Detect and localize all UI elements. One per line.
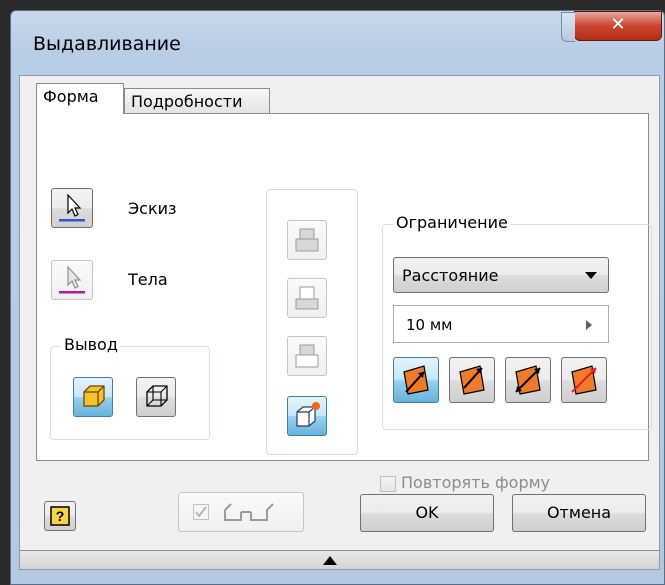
- chevron-down-icon: [585, 272, 597, 279]
- join-icon: [295, 228, 319, 252]
- operation-group: [266, 189, 358, 455]
- expand-bar[interactable]: [20, 550, 659, 569]
- close-icon: ✕: [610, 14, 626, 35]
- solids-label: Тела: [128, 270, 168, 289]
- cut-button[interactable]: [287, 278, 327, 318]
- shape-tab-panel: Эскиз Тела Вывод Ограничение Расстояние …: [36, 113, 652, 492]
- direction-asymmetric-icon: [571, 365, 597, 395]
- output-group: Вывод: [50, 335, 210, 440]
- intersect-button[interactable]: [287, 336, 327, 376]
- extents-type-dropdown[interactable]: Расстояние: [393, 257, 609, 293]
- title-bar[interactable]: Выдавливание ✕: [11, 11, 664, 71]
- tab-shape[interactable]: Форма: [36, 83, 124, 114]
- help-glyph: ?: [56, 508, 65, 524]
- close-button[interactable]: ✕: [561, 11, 662, 42]
- expand-arrow-icon: [323, 556, 337, 565]
- help-button[interactable]: ?: [44, 501, 76, 531]
- solid-cube-icon: [83, 385, 105, 407]
- extents-type-value: Расстояние: [402, 266, 499, 285]
- dialog-title: Выдавливание: [33, 33, 181, 55]
- sketch-select-button[interactable]: [51, 188, 93, 228]
- extrude-dialog: Выдавливание ✕ Форма Подробности Эскиз Т…: [10, 10, 665, 585]
- preview-toggle-button[interactable]: [178, 492, 304, 532]
- cancel-button[interactable]: Отмена: [512, 494, 646, 532]
- preview-checkbox[interactable]: [193, 504, 209, 520]
- direction-default-button[interactable]: [393, 357, 439, 403]
- match-shape-checkbox[interactable]: [380, 476, 396, 492]
- chevron-right-icon: [586, 320, 592, 330]
- direction-symmetric-icon: [515, 365, 541, 395]
- sketch-label: Эскиз: [128, 199, 177, 218]
- glasses-icon: [224, 503, 274, 521]
- output-group-title: Вывод: [61, 335, 121, 354]
- extents-group-title: Ограничение: [393, 213, 511, 232]
- direction-flipped-icon: [459, 365, 485, 395]
- new-solid-icon: [296, 402, 320, 427]
- direction-asymmetric-button[interactable]: [561, 357, 607, 403]
- direction-default-icon: [403, 365, 429, 395]
- surface-cube-icon: [146, 385, 168, 407]
- checkmark-icon: [195, 506, 207, 518]
- extents-group: Ограничение Расстояние 10 мм: [382, 213, 652, 430]
- distance-value: 10 мм: [406, 316, 453, 334]
- dialog-client-area: Форма Подробности Эскиз Тела Вывод Огран…: [19, 75, 660, 570]
- help-icon: ?: [50, 506, 70, 526]
- ok-button[interactable]: OK: [360, 494, 494, 532]
- tab-details[interactable]: Подробности: [124, 88, 270, 114]
- cursor-arrow-icon: [59, 193, 85, 222]
- new-solid-button[interactable]: [287, 396, 327, 436]
- cut-icon: [295, 286, 319, 310]
- direction-flipped-button[interactable]: [449, 357, 495, 403]
- distance-input[interactable]: 10 мм: [393, 305, 609, 343]
- cursor-arrow-gray-icon: [59, 265, 85, 294]
- match-shape-label: Повторять форму: [401, 473, 551, 492]
- direction-symmetric-button[interactable]: [505, 357, 551, 403]
- output-surface-button[interactable]: [136, 377, 176, 417]
- join-button[interactable]: [287, 220, 327, 260]
- output-solid-button[interactable]: [73, 377, 113, 417]
- intersect-icon: [295, 344, 319, 368]
- solids-select-button[interactable]: [51, 260, 93, 300]
